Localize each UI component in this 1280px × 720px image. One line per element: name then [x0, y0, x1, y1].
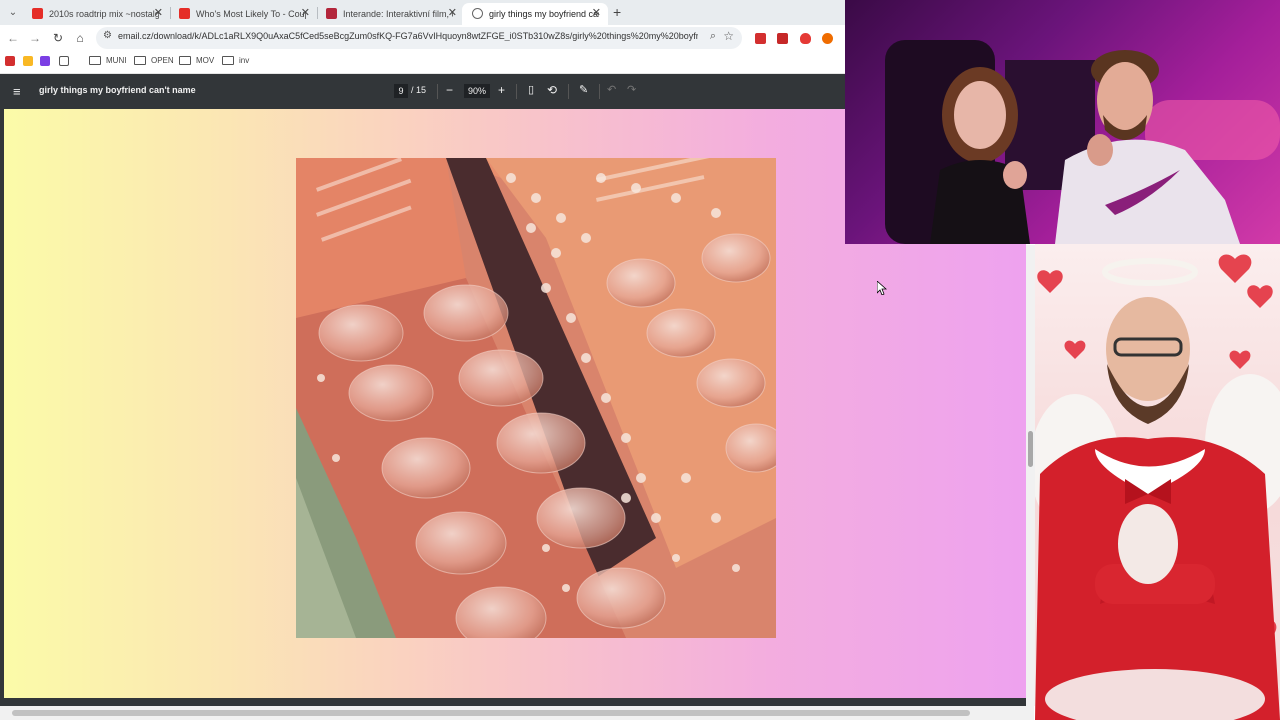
bookmark-app-icon[interactable] [40, 56, 50, 66]
url-text[interactable]: email.cz/download/k/ADLc1aRLX9Q0uAxaC5fC… [118, 31, 698, 41]
pdf-toolbar: ≡ girly things my boyfriend can't name 9… [0, 74, 845, 109]
youtube-icon [179, 8, 190, 20]
bookmarks-bar: MUNI OPEN MOV inv [0, 51, 845, 74]
webcam-streamers-illustration [885, 40, 1280, 244]
tab-strip: ⌄ 2010s roadtrip mix ~nostalgia p ✕ Who'… [0, 0, 845, 25]
toolbar-divider [516, 84, 517, 99]
cupid-image-overlay [1035, 244, 1280, 720]
photo-illustration [296, 158, 776, 638]
extension-y-icon[interactable] [777, 33, 788, 44]
apps-grid-icon[interactable] [59, 56, 69, 66]
bookmark-app-icon[interactable] [23, 56, 33, 66]
tab-search-icon[interactable]: ⌄ [6, 6, 20, 20]
back-icon[interactable]: ← [5, 30, 21, 46]
mouse-cursor [876, 280, 888, 298]
toolbar-divider [599, 84, 600, 99]
toolbar-divider [437, 84, 438, 99]
menu-icon[interactable]: ≡ [13, 84, 21, 99]
youtube-icon [32, 8, 43, 20]
scroll-thumb[interactable] [1028, 431, 1033, 467]
close-tab-icon[interactable]: ✕ [154, 3, 163, 23]
tab-interande[interactable]: Interande: Interaktivní film, co s ✕ [316, 3, 464, 25]
viewport-bottom-edge [0, 698, 1026, 706]
folder-icon [179, 56, 191, 66]
zoom-input[interactable]: 90% [464, 84, 490, 98]
close-tab-icon[interactable]: ✕ [301, 3, 310, 23]
rotate-icon[interactable]: ⟲ [547, 83, 557, 98]
toolbar-divider [568, 84, 569, 99]
address-toolbar: ← → ↻ ⌂ ⚙ email.cz/download/k/ADLc1aRLX9… [0, 25, 845, 51]
tab-most-likely[interactable]: Who's Most Likely To - Couple ✕ [169, 3, 317, 25]
search-icon[interactable]: ⌕ [710, 30, 716, 43]
page-number-input[interactable]: 9 [394, 84, 408, 98]
pen-icon[interactable]: ✎ [579, 83, 588, 98]
home-icon[interactable]: ⌂ [72, 30, 88, 46]
pimple-patches-photo [296, 158, 776, 638]
close-tab-icon[interactable]: ✕ [448, 3, 457, 23]
bookmark-folder-muni[interactable]: MUNI [89, 54, 126, 68]
bookmark-star-icon[interactable]: ☆ [723, 29, 734, 43]
bookmark-folder-open[interactable]: OPEN [134, 54, 174, 68]
bookmark-folder-mov[interactable]: MOV [179, 54, 214, 68]
bookmark-folder-inv[interactable]: inv [222, 54, 249, 68]
folder-icon [89, 56, 101, 66]
globe-icon [472, 8, 483, 20]
plus-icon[interactable]: + [498, 83, 505, 98]
minus-icon[interactable]: − [446, 83, 453, 98]
new-tab-icon[interactable]: + [613, 4, 621, 20]
pdf-title: girly things my boyfriend can't name [39, 85, 196, 95]
viewport-edge [0, 109, 4, 698]
folder-icon [134, 56, 146, 66]
folder-icon [222, 56, 234, 66]
horizontal-scrollbar[interactable] [0, 706, 1034, 720]
bookmark-app-icon[interactable] [5, 56, 15, 66]
fit-page-icon[interactable]: ▯ [528, 83, 534, 98]
vertical-scrollbar[interactable] [1026, 245, 1035, 706]
scroll-thumb[interactable] [12, 710, 970, 716]
extension-shield-icon[interactable] [800, 33, 811, 44]
page-total: / 15 [411, 85, 427, 95]
extension-circle-icon[interactable] [822, 33, 833, 44]
address-bar[interactable]: ⚙ email.cz/download/k/ADLc1aRLX9Q0uAxaC5… [96, 27, 742, 49]
extension-youtube-icon[interactable] [755, 33, 766, 44]
tab-roadtrip-mix[interactable]: 2010s roadtrip mix ~nostalgia p ✕ [22, 3, 170, 25]
cupid-illustration [1035, 254, 1280, 720]
forward-icon[interactable]: → [27, 30, 43, 46]
tab-girly-things[interactable]: girly things my boyfriend can't ✕ [462, 3, 608, 25]
site-info-icon[interactable]: ⚙ [103, 30, 112, 41]
undo-icon[interactable]: ↶ [607, 83, 616, 98]
reload-icon[interactable]: ↻ [50, 30, 66, 46]
interande-icon [326, 8, 337, 20]
close-tab-icon[interactable]: ✕ [592, 3, 601, 23]
webcam-overlay [845, 0, 1280, 244]
redo-icon[interactable]: ↷ [627, 83, 636, 98]
